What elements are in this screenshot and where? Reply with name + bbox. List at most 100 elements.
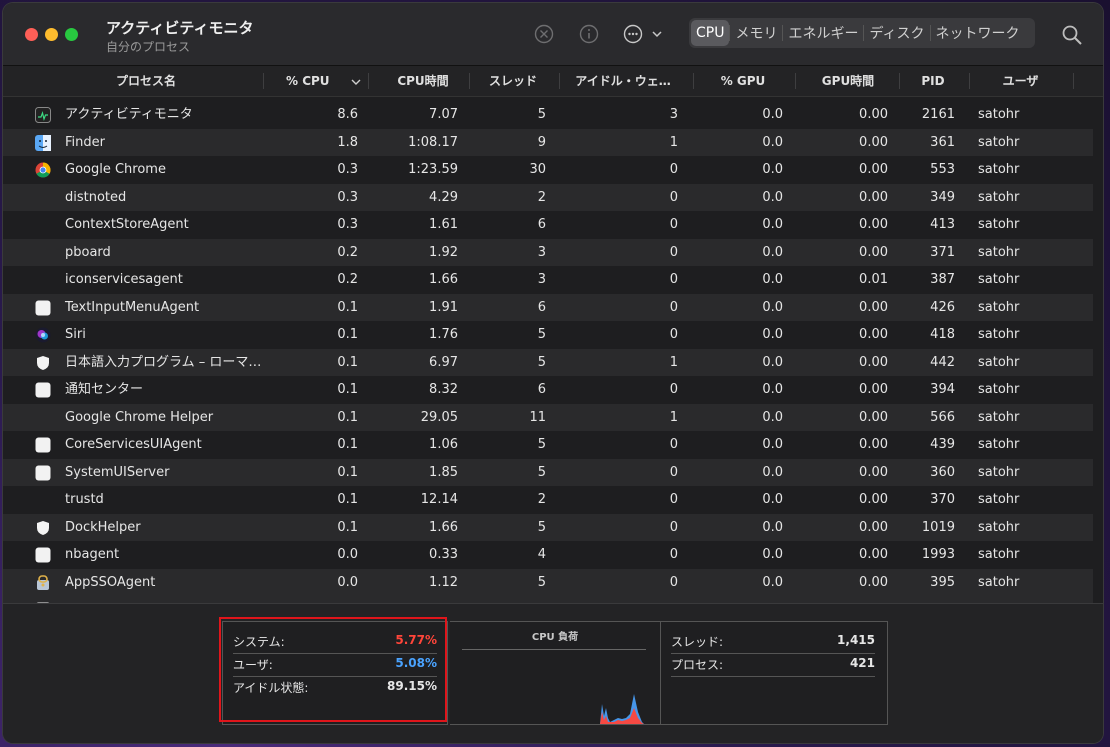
- table-row[interactable]: CoreServicesUIAgent 0.1 1.06 5 0 0.0 0.00 439 sa…: [3, 431, 1093, 459]
- cpu-time: 1.91: [429, 299, 458, 315]
- cpu-percent: 0.1: [337, 437, 358, 452]
- idle-wakeups: 0: [669, 574, 678, 590]
- pid: 371: [930, 244, 955, 260]
- gpu-time: 0.00: [859, 162, 888, 177]
- process-name: Google Chrome: [65, 162, 166, 177]
- idle-wakeups: 0: [669, 162, 678, 177]
- pid: 370: [930, 492, 955, 507]
- table-row[interactable]: 通知センター 0.1 8.32 6 0 0.0 0.00 394 satohr: [3, 376, 1093, 404]
- user: satohr: [978, 409, 1020, 425]
- thread-count: 6: [537, 299, 546, 315]
- process-table: アクティビティモニタ 8.6 7.07 5 3 0.0 0.00 2161 satohr Find…: [3, 101, 1103, 603]
- idle-label: アイドル状態:: [233, 681, 309, 695]
- idle-wakeups: 1: [669, 354, 678, 370]
- info-icon[interactable]: [578, 23, 600, 45]
- table-row[interactable]: SystemUIServer 0.1 1.85 5 0 0.0 0.00 360 satohr: [3, 458, 1093, 486]
- idle-wakeups: 0: [669, 464, 678, 480]
- col-pid[interactable]: PID: [908, 66, 958, 96]
- zoom-window-button[interactable]: [65, 28, 78, 41]
- cpu-percent: 0.2: [337, 272, 358, 287]
- user-value: 5.08%: [395, 656, 437, 670]
- cpu-percent: 0.0: [337, 547, 358, 562]
- table-row[interactable]: AppSSOAgent 0.0 1.12 5 0 0.0 0.00 395 satohr: [3, 568, 1093, 596]
- app-subtitle[interactable]: 自分のプロセス: [106, 38, 190, 55]
- gpu-time: 0.00: [859, 574, 888, 590]
- cpu-percent: 0.1: [337, 327, 358, 342]
- col-threads[interactable]: スレッド: [478, 66, 548, 96]
- gpu-percent: 0.0: [762, 547, 783, 562]
- col-cpu-percent[interactable]: % CPU: [286, 66, 336, 96]
- cpu-percent: 0.1: [337, 519, 358, 535]
- column-separator: [693, 73, 694, 89]
- table-row[interactable]: pboard 0.2 1.92 3 0 0.0 0.00 371 satohr: [3, 238, 1093, 266]
- user: satohr: [978, 382, 1020, 397]
- close-window-button[interactable]: [25, 28, 38, 41]
- tab-memory[interactable]: メモリ: [730, 20, 782, 46]
- gpu-time: 0.00: [859, 217, 888, 232]
- column-separator: [469, 73, 470, 89]
- thread-count: 5: [537, 437, 546, 452]
- more-actions-icon[interactable]: [623, 23, 665, 45]
- minimize-window-button[interactable]: [45, 28, 58, 41]
- table-row[interactable]: iconservicesagent 0.2 1.66 3 0 0.0 0.01 387 sato…: [3, 266, 1093, 294]
- cpu-time: 1:08.17: [408, 134, 458, 150]
- table-row[interactable]: Google Chrome Helper 0.1 29.05 11 1 0.0 0.00 56…: [3, 403, 1093, 431]
- table-row[interactable]: nbagent 0.0 0.33 4 0 0.0 0.00 1993 satohr: [3, 541, 1093, 569]
- tab-network[interactable]: ネットワーク: [931, 20, 1025, 46]
- col-gpu-percent[interactable]: % GPU: [708, 66, 778, 96]
- table-row[interactable]: [3, 596, 1093, 603]
- table-row[interactable]: TextInputMenuAgent 0.1 1.91 6 0 0.0 0.00 426 sat…: [3, 293, 1093, 321]
- cpu-time: 6.97: [429, 354, 458, 370]
- gpu-time: 0.01: [859, 272, 888, 287]
- table-row[interactable]: アクティビティモニタ 8.6 7.07 5 3 0.0 0.00 2161 satohr: [3, 101, 1093, 129]
- idle-wakeups: 0: [669, 299, 678, 315]
- process-name: ContextStoreAgent: [65, 217, 189, 232]
- pid: 1019: [921, 519, 955, 535]
- table-row[interactable]: trustd 0.1 12.14 2 0 0.0 0.00 370 satohr: [3, 486, 1093, 514]
- thread-count: 2: [537, 492, 546, 507]
- table-row[interactable]: ContextStoreAgent 0.3 1.61 6 0 0.0 0.00 413 sato…: [3, 211, 1093, 239]
- table-row[interactable]: Google Chrome 0.3 1:23.59 30 0 0.0 0.00 553 sato…: [3, 156, 1093, 184]
- table-row[interactable]: 日本語入力プログラム – ローマ… 0.1 6.97 5 1 0.0 0.00 442 sato…: [3, 348, 1093, 376]
- thread-count: 5: [537, 107, 546, 122]
- table-row[interactable]: DockHelper 0.1 1.66 5 0 0.0 0.00 1019 satohr: [3, 513, 1093, 541]
- tab-disk[interactable]: ディスク: [864, 20, 929, 46]
- table-row[interactable]: distnoted 0.3 4.29 2 0 0.0 0.00 349 satohr: [3, 183, 1093, 211]
- pid: 349: [930, 189, 955, 205]
- user: satohr: [978, 547, 1020, 562]
- user: satohr: [978, 437, 1020, 452]
- col-cpu-time[interactable]: CPU時間: [388, 66, 458, 96]
- tab-energy[interactable]: エネルギー: [783, 20, 863, 46]
- user: satohr: [978, 189, 1020, 205]
- column-separator: [263, 73, 264, 89]
- gpu-percent: 0.0: [762, 464, 783, 480]
- thread-count: 6: [537, 217, 546, 232]
- cpu-time: 1.61: [429, 217, 458, 232]
- gpu-percent: 0.0: [762, 244, 783, 260]
- tab-cpu[interactable]: CPU: [691, 20, 730, 46]
- table-row[interactable]: Siri 0.1 1.76 5 0 0.0 0.00 418 satohr: [3, 321, 1093, 349]
- pid: 553: [930, 162, 955, 177]
- processes-stat: プロセス: 421: [671, 653, 875, 675]
- cpu-percent: 0.1: [337, 409, 358, 425]
- gpu-time: 0.00: [859, 547, 888, 562]
- gpu-percent: 0.0: [762, 272, 783, 287]
- idle-wakeups: 0: [669, 327, 678, 342]
- gpu-time: 0.00: [859, 492, 888, 507]
- divider: [462, 649, 646, 650]
- search-icon[interactable]: [1061, 24, 1083, 50]
- idle-stat: アイドル状態: 89.15%: [233, 676, 437, 698]
- idle-wakeups: 1: [669, 134, 678, 150]
- user: satohr: [978, 574, 1020, 590]
- process-name: pboard: [65, 244, 111, 260]
- col-user[interactable]: ユーザ: [983, 66, 1058, 96]
- column-separator: [795, 73, 796, 89]
- col-process-name[interactable]: プロセス名: [111, 66, 181, 96]
- stop-process-icon[interactable]: [533, 23, 555, 45]
- cpu-load-panel: CPU 負荷: [450, 621, 660, 725]
- gpu-percent: 0.0: [762, 107, 783, 122]
- cpu-summary-area: システム: 5.77% ユーザ: 5.08% アイドル状態: 89.15% CP…: [3, 603, 1103, 743]
- table-row[interactable]: Finder 1.8 1:08.17 9 1 0.0 0.00 361 satohr: [3, 128, 1093, 156]
- col-idle-wakeups[interactable]: アイドル・ウェ…: [568, 66, 678, 96]
- col-gpu-time[interactable]: GPU時間: [808, 66, 888, 96]
